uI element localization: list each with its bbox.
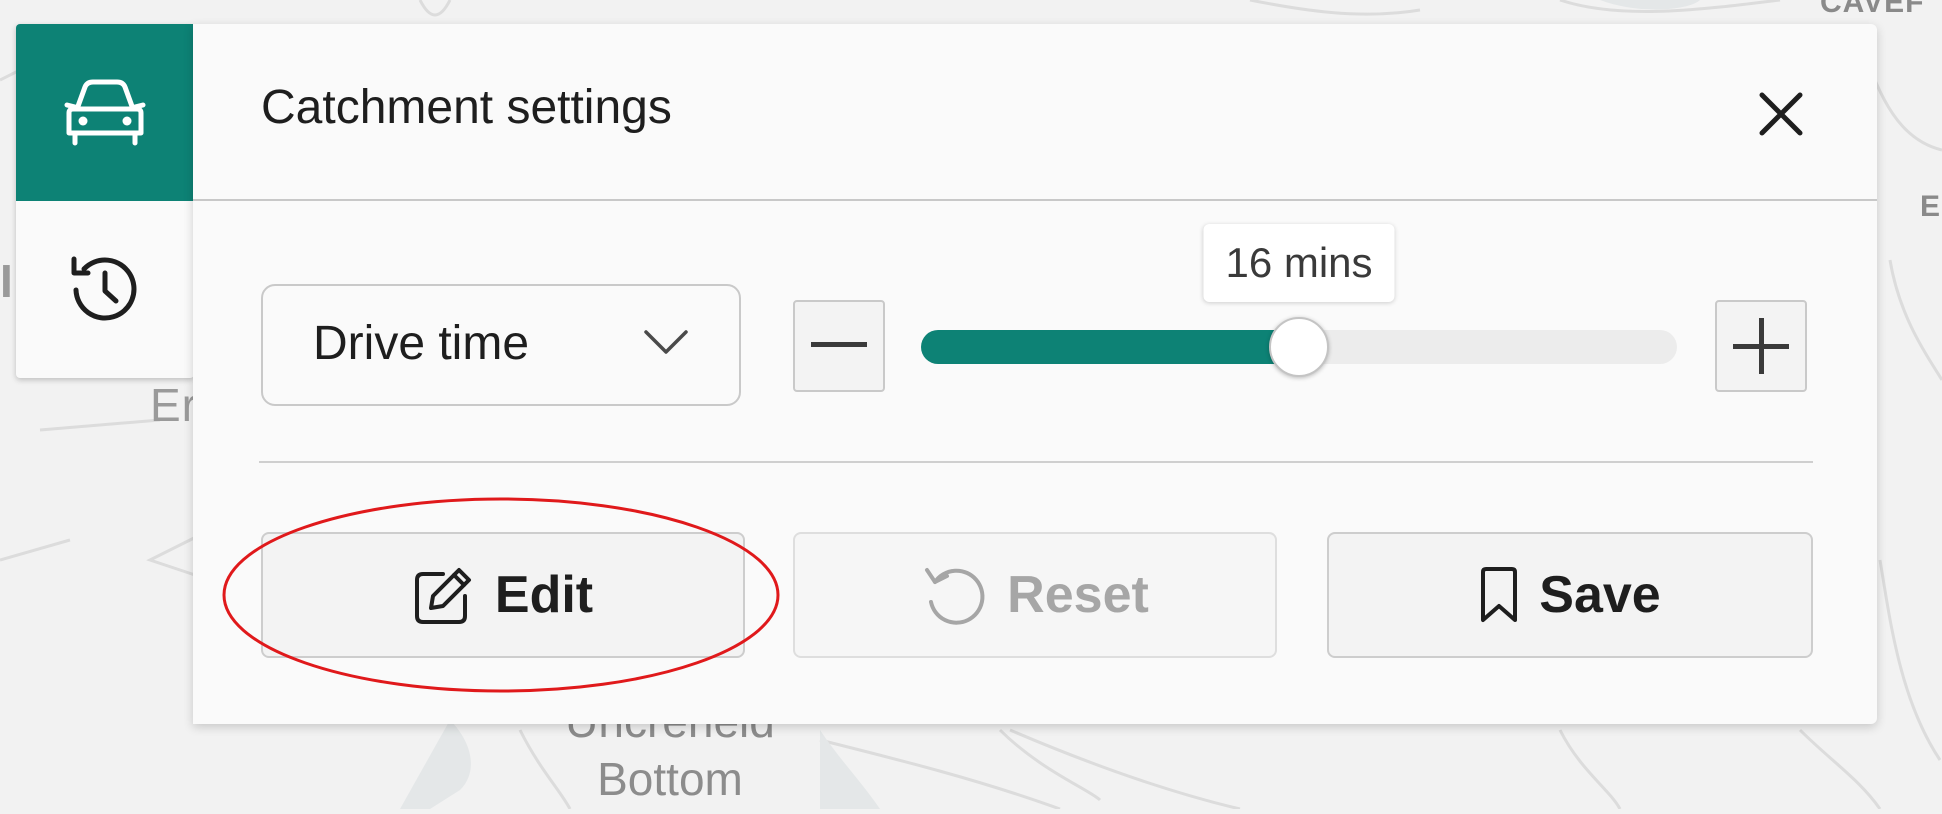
slider-fill	[921, 330, 1299, 364]
map-label-place: I	[0, 255, 14, 307]
mode-toolbar	[16, 24, 194, 378]
save-button-label: Save	[1539, 566, 1661, 624]
map-label-place: Er	[150, 379, 198, 431]
close-icon	[1759, 92, 1803, 136]
edit-icon	[414, 568, 471, 624]
slider-value-tooltip: 16 mins	[1203, 224, 1395, 302]
catchment-type-select[interactable]: Drive time	[261, 284, 741, 406]
bookmark-icon	[1481, 567, 1518, 622]
minus-icon	[811, 342, 867, 347]
panel-header: Catchment settings	[193, 24, 1877, 201]
edit-button[interactable]: Edit	[261, 532, 745, 658]
chevron-down-icon	[644, 330, 688, 354]
map-label-district: E	[1920, 190, 1942, 223]
car-icon	[64, 79, 146, 145]
close-button[interactable]	[1753, 86, 1809, 142]
history-icon	[71, 256, 137, 321]
panel-title: Catchment settings	[261, 81, 672, 134]
section-divider	[259, 461, 1813, 463]
map-label-district: CAVEF	[1820, 0, 1925, 19]
history-mode-button[interactable]	[16, 201, 194, 378]
slider-thumb[interactable]	[1269, 317, 1329, 377]
map-label-line: Bottom	[597, 753, 743, 805]
catchment-settings-panel: Catchment settings Drive time 16 mins Ed…	[193, 24, 1877, 724]
save-button[interactable]: Save	[1327, 532, 1813, 658]
reset-button-label: Reset	[1007, 566, 1149, 624]
decrease-button[interactable]	[793, 300, 885, 392]
drive-mode-button[interactable]	[16, 24, 194, 201]
increase-button[interactable]	[1715, 300, 1807, 392]
catchment-type-value: Drive time	[313, 317, 530, 370]
plus-icon	[1733, 318, 1789, 374]
reset-icon	[925, 568, 985, 625]
edit-button-label: Edit	[494, 566, 594, 624]
reset-button[interactable]: Reset	[793, 532, 1277, 658]
